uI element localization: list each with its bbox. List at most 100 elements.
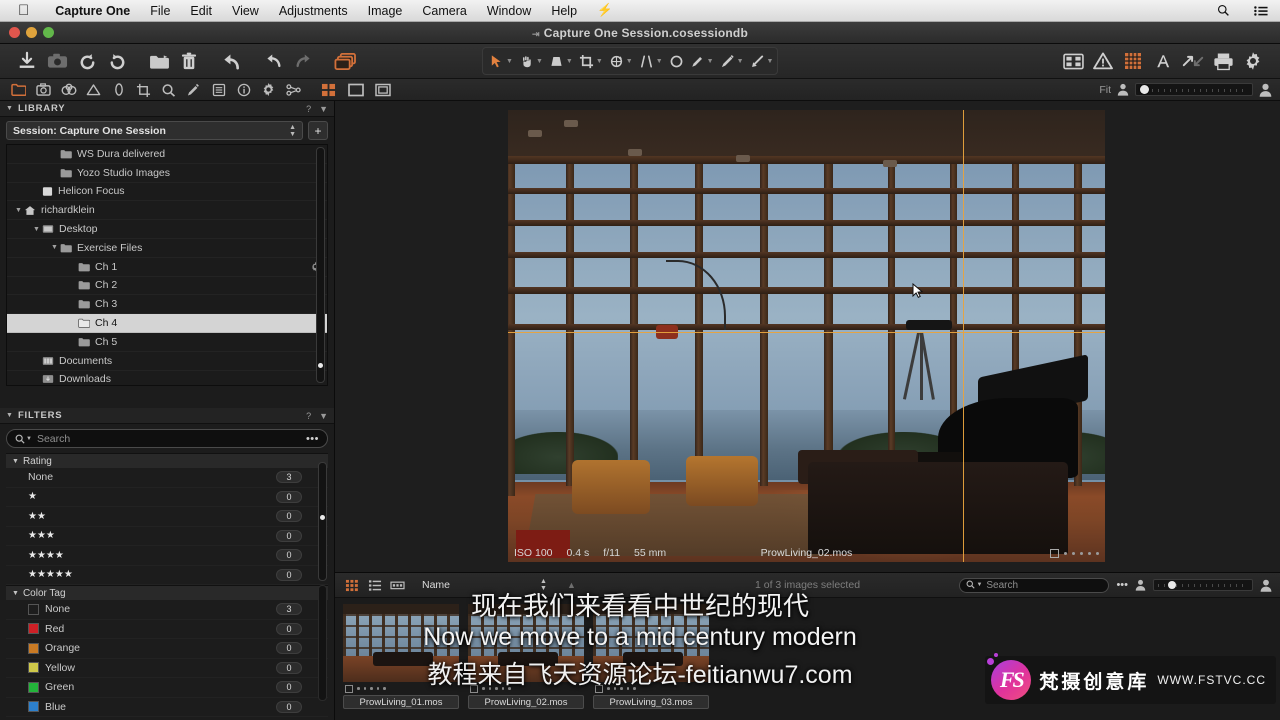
thumbnail-rating-row[interactable] xyxy=(343,682,459,695)
filter-row[interactable]: Yellow 0 xyxy=(6,659,328,678)
text-annotation-icon[interactable] xyxy=(1148,48,1178,74)
preferences-icon[interactable] xyxy=(1238,48,1268,74)
filters-panel-header[interactable]: ▼ FILTERS ? ▼ xyxy=(0,408,334,424)
person-icon[interactable] xyxy=(1135,579,1146,591)
rotate-left-icon[interactable] xyxy=(72,48,102,74)
pointer-tool[interactable]: ▼ xyxy=(485,49,515,73)
spot-tool[interactable]: ▼ xyxy=(635,49,665,73)
rating-dot[interactable] xyxy=(488,687,491,690)
folder-tree-row[interactable]: Ch 1 xyxy=(7,258,327,277)
filmstrip-thumbnail[interactable]: ProwLiving_01.mos xyxy=(343,604,459,720)
viewer-guide-vertical[interactable] xyxy=(963,110,964,562)
disclosure-triangle-icon[interactable]: ▼ xyxy=(12,590,19,597)
folder-tree-row[interactable]: Ch 5 xyxy=(7,333,327,352)
filter-row[interactable]: ★★ 0 xyxy=(6,507,328,527)
filter-row[interactable]: Red 0 xyxy=(6,620,328,639)
crop-tool[interactable]: ▼ xyxy=(575,49,605,73)
filter-row[interactable]: Green 0 xyxy=(6,678,328,698)
folder-tree-row[interactable]: Downloads xyxy=(7,371,327,385)
rating-scrollbar-knob[interactable] xyxy=(320,515,325,520)
rating-dot[interactable] xyxy=(508,687,511,690)
thumbnail-size-slider[interactable] xyxy=(1153,579,1253,591)
lens-icon[interactable] xyxy=(56,80,81,100)
thumbnail-rating-row[interactable] xyxy=(593,682,709,695)
single-view-icon[interactable] xyxy=(343,80,368,100)
folder-tree-row[interactable]: Ch 4 xyxy=(7,314,327,333)
folder-tree-row[interactable]: Helicon Focus xyxy=(7,183,327,202)
filter-group-header[interactable]: ▼ Color Tag xyxy=(6,585,328,600)
filmstrip-thumbnail[interactable]: ProwLiving_02.mos xyxy=(468,604,584,720)
rating-dot[interactable] xyxy=(370,687,373,690)
chevron-down-icon[interactable]: ▼ xyxy=(26,436,32,442)
export-icon[interactable] xyxy=(1178,48,1208,74)
contact-sheet-icon[interactable] xyxy=(1058,48,1088,74)
multi-view-icon[interactable] xyxy=(370,80,395,100)
mask-circle-tool[interactable] xyxy=(665,49,686,73)
tree-scrollbar[interactable] xyxy=(316,147,325,383)
folder-tree-row[interactable]: Ch 3 xyxy=(7,295,327,315)
print-icon[interactable] xyxy=(1208,48,1238,74)
chevron-down-icon[interactable]: ▼ xyxy=(707,58,714,65)
rating-dot[interactable] xyxy=(357,687,360,690)
color-tag-swatch[interactable] xyxy=(345,684,353,693)
filter-row[interactable]: ★ 0 xyxy=(6,488,328,507)
add-folder-button[interactable]: + xyxy=(308,121,328,140)
thumbnail-image[interactable] xyxy=(343,604,459,682)
rating-dot[interactable] xyxy=(626,687,629,690)
filter-row[interactable]: ★★★★ 0 xyxy=(6,546,328,566)
tree-scrollbar-knob[interactable] xyxy=(318,363,323,368)
thumbnail-rating-row[interactable] xyxy=(468,682,584,695)
person-icon-large[interactable] xyxy=(1259,83,1272,97)
output-info-icon[interactable] xyxy=(231,80,256,100)
color-tag-swatch[interactable] xyxy=(470,684,478,693)
folder-tree-row[interactable]: Documents xyxy=(7,352,327,371)
viewer-image[interactable] xyxy=(508,110,1105,562)
zoom-slider-knob[interactable] xyxy=(1140,85,1149,94)
menu-item-file[interactable]: File xyxy=(140,4,180,18)
filter-row[interactable]: None 3 xyxy=(6,468,328,488)
browser-more-icon[interactable]: ••• xyxy=(1116,579,1128,591)
details-icon[interactable] xyxy=(156,80,181,100)
rating-dot[interactable] xyxy=(1096,551,1099,555)
disclosure-triangle-icon[interactable]: ▼ xyxy=(31,226,42,233)
metadata-icon[interactable] xyxy=(206,80,231,100)
disclosure-triangle-icon[interactable]: ▼ xyxy=(6,412,13,419)
folder-tree-row[interactable]: Ch 2 xyxy=(7,277,327,296)
menu-item-edit[interactable]: Edit xyxy=(180,4,222,18)
capture-tab-icon[interactable] xyxy=(31,80,56,100)
fit-label[interactable]: Fit xyxy=(1099,84,1111,96)
keystone-tool[interactable]: ▼ xyxy=(545,49,575,73)
rating-dot[interactable] xyxy=(607,687,610,690)
rating-dot[interactable] xyxy=(613,687,616,690)
gradient-tool[interactable]: ▼ xyxy=(746,49,776,73)
disclosure-triangle-icon[interactable]: ▼ xyxy=(12,458,19,465)
color-icon[interactable] xyxy=(81,80,106,100)
rating-dot[interactable] xyxy=(376,687,379,690)
list-icon[interactable] xyxy=(1242,5,1280,17)
filters-more-icon[interactable]: ••• xyxy=(306,433,319,445)
chevron-down-icon[interactable]: ▼ xyxy=(976,582,982,588)
rating-dot[interactable] xyxy=(501,687,504,690)
undo-icon[interactable] xyxy=(258,48,288,74)
rating-dot[interactable] xyxy=(1064,551,1067,555)
search-icon[interactable] xyxy=(1205,4,1242,17)
color-tag-swatch[interactable] xyxy=(1050,548,1059,558)
disclosure-triangle-icon[interactable]: ▼ xyxy=(49,244,60,251)
chevron-down-icon[interactable]: ▼ xyxy=(626,58,633,65)
grid-view-icon[interactable] xyxy=(316,80,341,100)
folder-tree-row[interactable]: Yozo Studio Images xyxy=(7,164,327,183)
new-folder-icon[interactable] xyxy=(144,48,174,74)
menu-item-view[interactable]: View xyxy=(222,4,269,18)
filter-group-header[interactable]: ▼ Rating xyxy=(6,453,328,468)
menu-item-camera[interactable]: Camera xyxy=(412,4,476,18)
redo-icon[interactable] xyxy=(288,48,318,74)
filter-row[interactable]: ★★★★★ 0 xyxy=(6,566,328,585)
browser-search-box[interactable]: ▼ Search xyxy=(959,577,1110,593)
menu-item-help[interactable]: Help xyxy=(541,4,587,18)
brush-tool[interactable]: ▼ xyxy=(716,49,746,73)
color-tag-swatch[interactable] xyxy=(595,684,603,693)
adjustments-icon[interactable] xyxy=(181,80,206,100)
rating-dot[interactable] xyxy=(620,687,623,690)
folder-tree[interactable]: WS Dura delivered Yozo Studio Images Helic… xyxy=(6,144,328,386)
capture-icon[interactable] xyxy=(42,48,72,74)
